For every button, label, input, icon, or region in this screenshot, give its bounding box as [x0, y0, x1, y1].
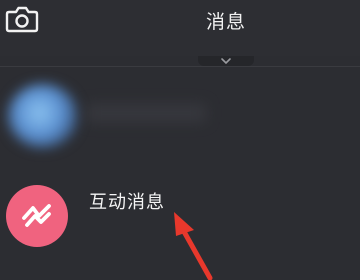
blurred-name — [86, 104, 206, 122]
interaction-avatar — [6, 185, 68, 247]
top-bar: 消息 — [0, 0, 360, 56]
page-title: 消息 — [205, 11, 246, 33]
messages-screen: 消息 互动消息 — [0, 0, 360, 280]
interaction-icon — [22, 204, 51, 227]
blurred-conversation-row[interactable] — [0, 70, 360, 170]
chevron-down-icon — [221, 58, 231, 65]
annotation-arrow-icon — [174, 212, 213, 280]
avatar — [8, 84, 78, 148]
pull-down-tab[interactable] — [198, 56, 254, 66]
list-item-label: 互动消息 — [89, 192, 165, 213]
divider — [0, 66, 360, 67]
